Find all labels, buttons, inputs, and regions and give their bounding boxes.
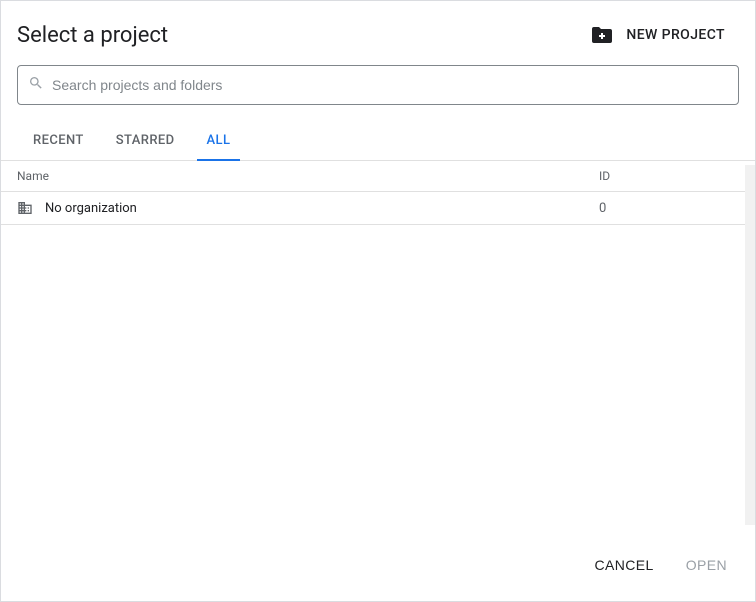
table-body: No organization 0 xyxy=(1,192,755,533)
open-button[interactable]: OPEN xyxy=(674,549,739,581)
dialog-footer: CANCEL OPEN xyxy=(1,533,755,601)
search-input[interactable] xyxy=(52,77,728,93)
cancel-button[interactable]: CANCEL xyxy=(583,549,666,581)
row-name-cell: No organization xyxy=(17,200,599,216)
table-row[interactable]: No organization 0 xyxy=(1,192,755,225)
tab-all[interactable]: ALL xyxy=(191,123,247,160)
tabs: RECENT STARRED ALL xyxy=(1,123,755,161)
scrollbar[interactable] xyxy=(745,165,755,525)
search-box[interactable] xyxy=(17,65,739,105)
dialog-header: Select a project NEW PROJECT xyxy=(1,1,755,65)
column-header-id: ID xyxy=(599,169,739,183)
row-name-text: No organization xyxy=(45,201,137,216)
new-folder-icon xyxy=(592,27,612,43)
search-icon xyxy=(28,75,44,95)
table-header: Name ID xyxy=(1,161,755,192)
tab-starred[interactable]: STARRED xyxy=(100,123,191,160)
organization-icon xyxy=(17,200,33,216)
column-header-name: Name xyxy=(17,169,599,183)
dialog-title: Select a project xyxy=(17,23,168,48)
row-id-cell: 0 xyxy=(599,201,739,216)
search-container xyxy=(1,65,755,105)
new-project-label: NEW PROJECT xyxy=(626,27,725,43)
new-project-button[interactable]: NEW PROJECT xyxy=(586,21,739,49)
tab-recent[interactable]: RECENT xyxy=(17,123,100,160)
project-picker-dialog: Select a project NEW PROJECT RECENT S xyxy=(0,0,756,602)
